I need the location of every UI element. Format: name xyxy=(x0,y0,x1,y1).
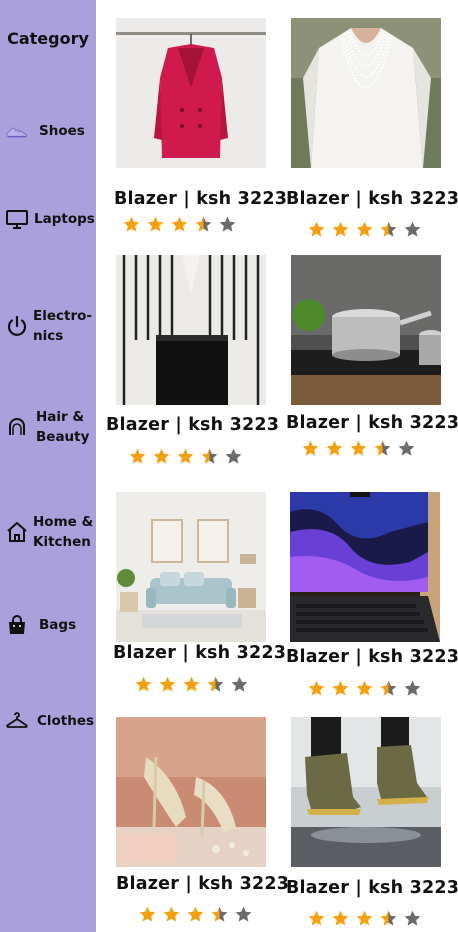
sidebar-item-electronics[interactable]: Electro- nics xyxy=(4,306,94,346)
star-icon-half xyxy=(201,448,218,464)
star-icon-filled xyxy=(308,680,325,696)
sidebar-item-label: Hair & Beauty xyxy=(36,409,90,445)
star-icon-empty xyxy=(231,676,248,692)
product-title[interactable]: Blazer | ksh 3223 xyxy=(286,413,458,433)
product-title[interactable]: Blazer | ksh 3223 xyxy=(286,647,458,667)
product-image-red-blazer[interactable] xyxy=(116,18,266,168)
rating-stars xyxy=(301,439,416,458)
sneaker-icon xyxy=(4,118,30,144)
star-icon-filled xyxy=(171,216,188,232)
sidebar-item-label: Clothes xyxy=(37,713,95,729)
star-icon-half xyxy=(374,440,391,456)
star-icon-empty xyxy=(404,680,421,696)
sidebar-item-hair-beauty[interactable]: Hair & Beauty xyxy=(4,407,94,447)
star-icon-empty xyxy=(398,440,415,456)
product-title[interactable]: Blazer | ksh 3223 xyxy=(106,415,279,435)
star-icon-filled xyxy=(308,910,325,926)
product-image-heels[interactable] xyxy=(116,717,266,867)
star-icon-filled xyxy=(187,906,204,922)
rating-stars xyxy=(307,679,422,698)
product-title[interactable]: Blazer | ksh 3223 xyxy=(286,878,458,898)
star-icon-filled xyxy=(183,676,200,692)
category-sidebar: Category Shoes Laptops Electro- nics Hai… xyxy=(0,0,96,932)
star-icon-filled xyxy=(139,906,156,922)
star-icon-filled xyxy=(147,216,164,232)
star-icon-half xyxy=(380,910,397,926)
product-title[interactable]: Blazer | ksh 3223 xyxy=(113,643,286,663)
product-image-living-room[interactable] xyxy=(116,492,266,642)
product-image-sneakers[interactable] xyxy=(291,717,441,867)
star-icon-half xyxy=(207,676,224,692)
bag-icon xyxy=(4,612,30,638)
hanger-icon xyxy=(4,708,30,734)
product-image-striped-shirt[interactable] xyxy=(116,255,266,405)
rating-stars xyxy=(128,447,243,466)
star-icon-filled xyxy=(308,221,325,237)
star-icon-empty xyxy=(404,221,421,237)
sidebar-item-label: Home & Kitchen xyxy=(33,514,94,550)
sidebar-item-bags[interactable]: Bags xyxy=(4,612,94,638)
sidebar-item-shoes[interactable]: Shoes xyxy=(4,118,94,144)
rating-stars xyxy=(307,909,422,928)
star-icon-filled xyxy=(177,448,194,464)
sidebar-item-label: Electro- nics xyxy=(33,308,92,344)
star-icon-empty xyxy=(404,910,421,926)
star-icon-half xyxy=(195,216,212,232)
rating-stars xyxy=(138,905,253,924)
star-icon-filled xyxy=(332,680,349,696)
sidebar-title: Category xyxy=(7,29,89,48)
star-icon-half xyxy=(211,906,228,922)
product-title[interactable]: Blazer | ksh 3223 xyxy=(114,189,287,209)
star-icon-half xyxy=(380,680,397,696)
rating-stars xyxy=(122,215,237,234)
product-image-cooking-pot[interactable] xyxy=(291,255,441,405)
star-icon-filled xyxy=(123,216,140,232)
hair-dryer-icon xyxy=(4,414,30,440)
star-icon-filled xyxy=(159,676,176,692)
product-image-laptop[interactable] xyxy=(290,492,440,642)
product-title[interactable]: Blazer | ksh 3223 xyxy=(116,874,289,894)
star-icon-filled xyxy=(302,440,319,456)
product-title[interactable]: Blazer | ksh 3223 xyxy=(286,189,458,209)
star-icon-half xyxy=(380,221,397,237)
product-image-pearl-necklace[interactable] xyxy=(291,18,441,168)
star-icon-filled xyxy=(332,910,349,926)
sidebar-item-label: Laptops xyxy=(34,211,95,227)
rating-stars xyxy=(307,220,422,239)
home-icon xyxy=(4,519,30,545)
monitor-icon xyxy=(4,206,30,232)
sidebar-item-label: Bags xyxy=(39,617,77,633)
rating-stars xyxy=(134,675,249,694)
star-icon-filled xyxy=(332,221,349,237)
star-icon-filled xyxy=(350,440,367,456)
star-icon-filled xyxy=(135,676,152,692)
star-icon-filled xyxy=(356,910,373,926)
star-icon-filled xyxy=(326,440,343,456)
star-icon-filled xyxy=(356,221,373,237)
star-icon-empty xyxy=(219,216,236,232)
sidebar-item-laptops[interactable]: Laptops xyxy=(4,206,95,232)
star-icon-filled xyxy=(153,448,170,464)
power-icon xyxy=(4,313,30,339)
star-icon-filled xyxy=(163,906,180,922)
sidebar-item-label: Shoes xyxy=(39,123,85,139)
sidebar-item-home-kitchen[interactable]: Home & Kitchen xyxy=(4,512,94,552)
star-icon-empty xyxy=(225,448,242,464)
star-icon-filled xyxy=(129,448,146,464)
sidebar-item-clothes[interactable]: Clothes xyxy=(4,708,94,734)
star-icon-empty xyxy=(235,906,252,922)
star-icon-filled xyxy=(356,680,373,696)
